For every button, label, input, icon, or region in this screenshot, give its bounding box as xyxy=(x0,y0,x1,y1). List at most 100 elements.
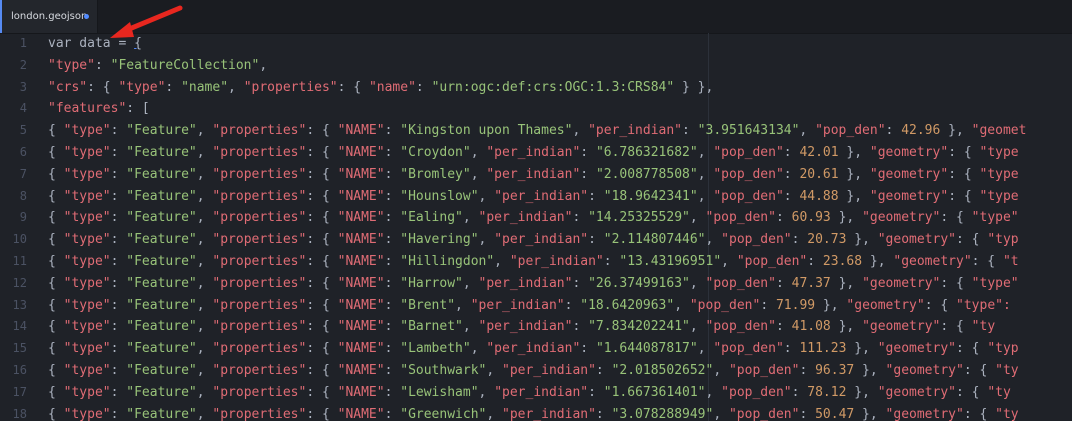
code-line[interactable]: 15{ "type": "Feature", "properties": { "… xyxy=(0,338,1072,360)
code-text[interactable]: { "type": "Feature", "properties": { "NA… xyxy=(48,251,1019,273)
code-token: : { xyxy=(306,297,338,313)
code-token: : xyxy=(384,384,401,400)
code-token: 44.88 xyxy=(799,188,839,204)
code-token: "pop_den" xyxy=(728,363,800,378)
code-token: : { xyxy=(940,210,972,226)
code-token: : { xyxy=(306,210,338,226)
code-token: "pop_den" xyxy=(721,232,792,248)
code-line[interactable]: 4 "features": [ xyxy=(0,98,1072,120)
code-token: "geometry" xyxy=(877,341,957,357)
code-token: "geometry" xyxy=(885,363,964,378)
code-text[interactable]: { "type": "Feature", "properties": { "NA… xyxy=(48,229,1019,251)
code-token: , xyxy=(470,166,487,182)
code-line[interactable]: 6{ "type": "Feature", "properties": { "N… xyxy=(0,142,1072,164)
code-text[interactable]: { "type": "Feature", "properties": { "NA… xyxy=(48,295,1011,317)
code-token: "1.644087817" xyxy=(595,341,698,357)
code-area[interactable]: 1 var data = {2 "type": "FeatureCollection… xyxy=(0,33,1072,421)
code-line[interactable]: 7{ "type": "Feature", "properties": { "N… xyxy=(0,164,1072,186)
code-token: "type" xyxy=(63,319,111,335)
code-line[interactable]: 2 "type": "FeatureCollection", xyxy=(0,55,1072,77)
code-token: : { xyxy=(963,363,996,378)
code-token: "ty xyxy=(971,319,996,335)
line-number: 11 xyxy=(12,254,27,268)
code-token: : xyxy=(384,341,401,357)
code-token: "type" xyxy=(63,275,111,291)
code-line[interactable]: 3 "crs": { "type": "name", "properties": … xyxy=(0,77,1072,99)
line-number: 9 xyxy=(19,210,27,225)
code-token: : xyxy=(588,384,604,400)
code-token: }, xyxy=(838,166,870,182)
code-text[interactable]: { "type": "Feature", "properties": { "NA… xyxy=(48,382,1011,404)
code-token: , xyxy=(196,297,213,313)
code-token: : xyxy=(110,406,127,421)
code-line[interactable]: 9 { "type": "Feature", "properties": { "N… xyxy=(0,207,1072,229)
code-text[interactable]: { "type": "Feature", "properties": { "NA… xyxy=(48,164,1019,186)
code-text[interactable]: { "type": "Feature", "properties": { "NA… xyxy=(48,273,1019,295)
code-text[interactable]: { "type": "Feature", "properties": { "NA… xyxy=(48,360,1019,382)
code-text[interactable]: { "type": "Feature", "properties": { "NA… xyxy=(48,186,1019,208)
code-token: "features" xyxy=(48,101,127,117)
code-token: "7.834202241" xyxy=(588,319,690,335)
tab-london-geojson[interactable]: london.geojson xyxy=(0,0,98,33)
code-token: , xyxy=(486,406,502,421)
code-line[interactable]: 10{ "type": "Feature", "properties": { "… xyxy=(0,229,1072,251)
code-token: "type" xyxy=(63,254,111,269)
code-token: "per_indian" xyxy=(478,210,573,226)
code-token: "NAME" xyxy=(337,145,385,160)
code-token: "properties" xyxy=(212,123,307,139)
code-token: : xyxy=(110,341,127,357)
code-text[interactable]: { "type": "Feature", "properties": { "NA… xyxy=(48,207,1019,229)
code-token: "18.6420963" xyxy=(580,297,675,313)
code-text[interactable]: { "type": "Feature", "properties": { "NA… xyxy=(48,404,1019,421)
code-line[interactable]: 8{ "type": "Feature", "properties": { "N… xyxy=(0,186,1072,208)
code-line[interactable]: 14{ "type": "Feature", "properties": { "… xyxy=(0,316,1072,338)
code-text[interactable]: { "type": "Feature", "properties": { "NA… xyxy=(48,338,1019,360)
code-line[interactable]: 17{ "type": "Feature", "properties": { "… xyxy=(0,382,1072,404)
active-tab-indicator xyxy=(0,0,2,33)
code-text[interactable]: { "type": "Feature", "properties": { "NA… xyxy=(48,142,1019,164)
code-token: "geometry" xyxy=(869,145,949,160)
code-token: "pop_den" xyxy=(705,275,776,291)
code-line[interactable]: 12{ "type": "Feature", "properties": { "… xyxy=(0,273,1072,295)
code-line[interactable]: 13{ "type": "Feature", "properties": { "… xyxy=(0,295,1072,317)
code-token: { xyxy=(48,232,64,248)
code-token: : xyxy=(783,341,800,357)
code-token: "3.078288949" xyxy=(611,406,714,421)
code-token: "Brent" xyxy=(400,297,456,313)
code-token: : xyxy=(799,406,816,421)
code-token: "type" xyxy=(63,406,111,421)
code-token: "Harrow" xyxy=(400,275,463,291)
code-line[interactable]: 16{ "type": "Feature", "properties": { "… xyxy=(0,360,1072,382)
code-token: : [ xyxy=(126,101,150,117)
code-line[interactable]: 11 { "type": "Feature", "properties": { "… xyxy=(0,251,1072,273)
code-token: , xyxy=(721,254,737,269)
code-token: , xyxy=(196,254,213,269)
line-number: 5 xyxy=(19,123,27,138)
code-token: "properties" xyxy=(212,406,307,421)
code-text[interactable]: "type": "FeatureCollection", xyxy=(48,55,267,77)
code-text[interactable]: { "type": "Feature", "properties": { "NA… xyxy=(48,120,1026,142)
code-token: , xyxy=(697,188,714,204)
code-text[interactable]: "features": [ xyxy=(48,98,150,120)
code-token: "type" xyxy=(63,363,111,378)
code-token: : xyxy=(580,341,596,357)
code-token: , xyxy=(697,166,714,182)
code-token: "NAME" xyxy=(337,232,385,248)
code-token: "properties" xyxy=(212,210,307,226)
code-token: , xyxy=(196,232,213,248)
code-text[interactable]: { "type": "Feature", "properties": { "NA… xyxy=(48,316,995,338)
code-token: "Hounslow" xyxy=(400,188,479,204)
code-token: "per_indian" xyxy=(486,145,581,160)
code-token: "per_indian" xyxy=(470,297,565,313)
code-line[interactable]: 5 { "type": "Feature", "properties": { "N… xyxy=(0,120,1072,142)
code-token: : xyxy=(807,254,823,269)
code-line[interactable]: 18 { "type": "Feature", "properties": { "… xyxy=(0,404,1072,421)
code-token: , xyxy=(196,210,213,226)
line-number: 18 xyxy=(12,406,27,421)
code-text[interactable]: "crs": { "type": "name", "properties": {… xyxy=(48,77,713,99)
modified-dot-icon[interactable] xyxy=(84,14,89,19)
code-token: { xyxy=(48,275,64,291)
code-token: : xyxy=(110,254,127,269)
code-token: 47.37 xyxy=(791,275,831,291)
code-token: : { xyxy=(956,384,988,400)
